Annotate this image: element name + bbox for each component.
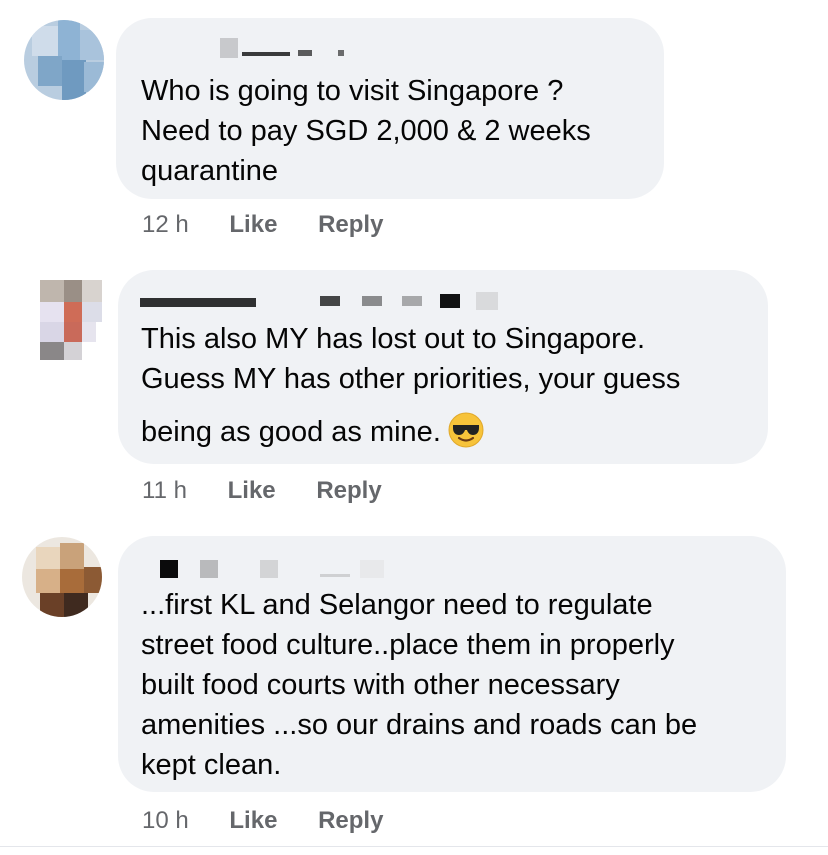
timestamp[interactable]: 10 h	[142, 807, 189, 834]
timestamp[interactable]: 11 h	[142, 477, 187, 504]
comment-text-last-line: being as good as mine.	[141, 411, 485, 452]
comment-text: This also MY has lost out to Singapore. …	[141, 319, 680, 399]
comment-line: built food courts with other necessary	[141, 669, 620, 701]
comment-line: Need to pay SGD 2,000 & 2 weeks	[141, 115, 591, 147]
comment-bubble: ...first KL and Selangor need to regulat…	[118, 536, 786, 792]
avatar[interactable]	[22, 280, 102, 360]
reply-button[interactable]: Reply	[316, 477, 381, 504]
timestamp[interactable]: 12 h	[142, 211, 189, 238]
comment-line: street food culture..place them in prope…	[141, 629, 675, 661]
divider	[0, 846, 828, 847]
comment-line: Who is going to visit Singapore ?	[141, 75, 564, 107]
comment-line: This also MY has lost out to Singapore.	[141, 323, 646, 355]
comment-text: ...first KL and Selangor need to regulat…	[141, 585, 697, 785]
like-button[interactable]: Like	[229, 807, 277, 834]
comment-line: being as good as mine.	[141, 416, 441, 448]
like-button[interactable]: Like	[228, 477, 276, 504]
comment-actions: 12 h Like Reply	[142, 210, 417, 240]
comment-line: amenities ...so our drains and roads can…	[141, 709, 698, 741]
avatar[interactable]	[22, 537, 102, 617]
comment-bubble: Who is going to visit Singapore ? Need t…	[116, 18, 664, 199]
author-name[interactable]	[140, 292, 500, 310]
reply-button[interactable]: Reply	[318, 807, 383, 834]
avatar[interactable]	[24, 20, 104, 100]
comment-line: Guess MY has other priorities, your gues…	[141, 363, 681, 395]
comment-actions: 10 h Like Reply	[142, 806, 417, 836]
comment-line: quarantine	[141, 155, 279, 187]
comment-line: kept clean.	[141, 749, 282, 781]
comment-line: ...first KL and Selangor need to regulat…	[141, 589, 653, 621]
author-name[interactable]	[220, 38, 420, 58]
reply-button[interactable]: Reply	[318, 211, 383, 238]
comment-bubble: This also MY has lost out to Singapore. …	[118, 270, 768, 464]
comment-text: Who is going to visit Singapore ? Need t…	[141, 71, 591, 191]
comment-actions: 11 h Like Reply	[142, 476, 416, 506]
like-button[interactable]: Like	[229, 211, 277, 238]
smiling-face-with-sunglasses-icon	[448, 412, 484, 448]
author-name[interactable]	[160, 560, 420, 578]
